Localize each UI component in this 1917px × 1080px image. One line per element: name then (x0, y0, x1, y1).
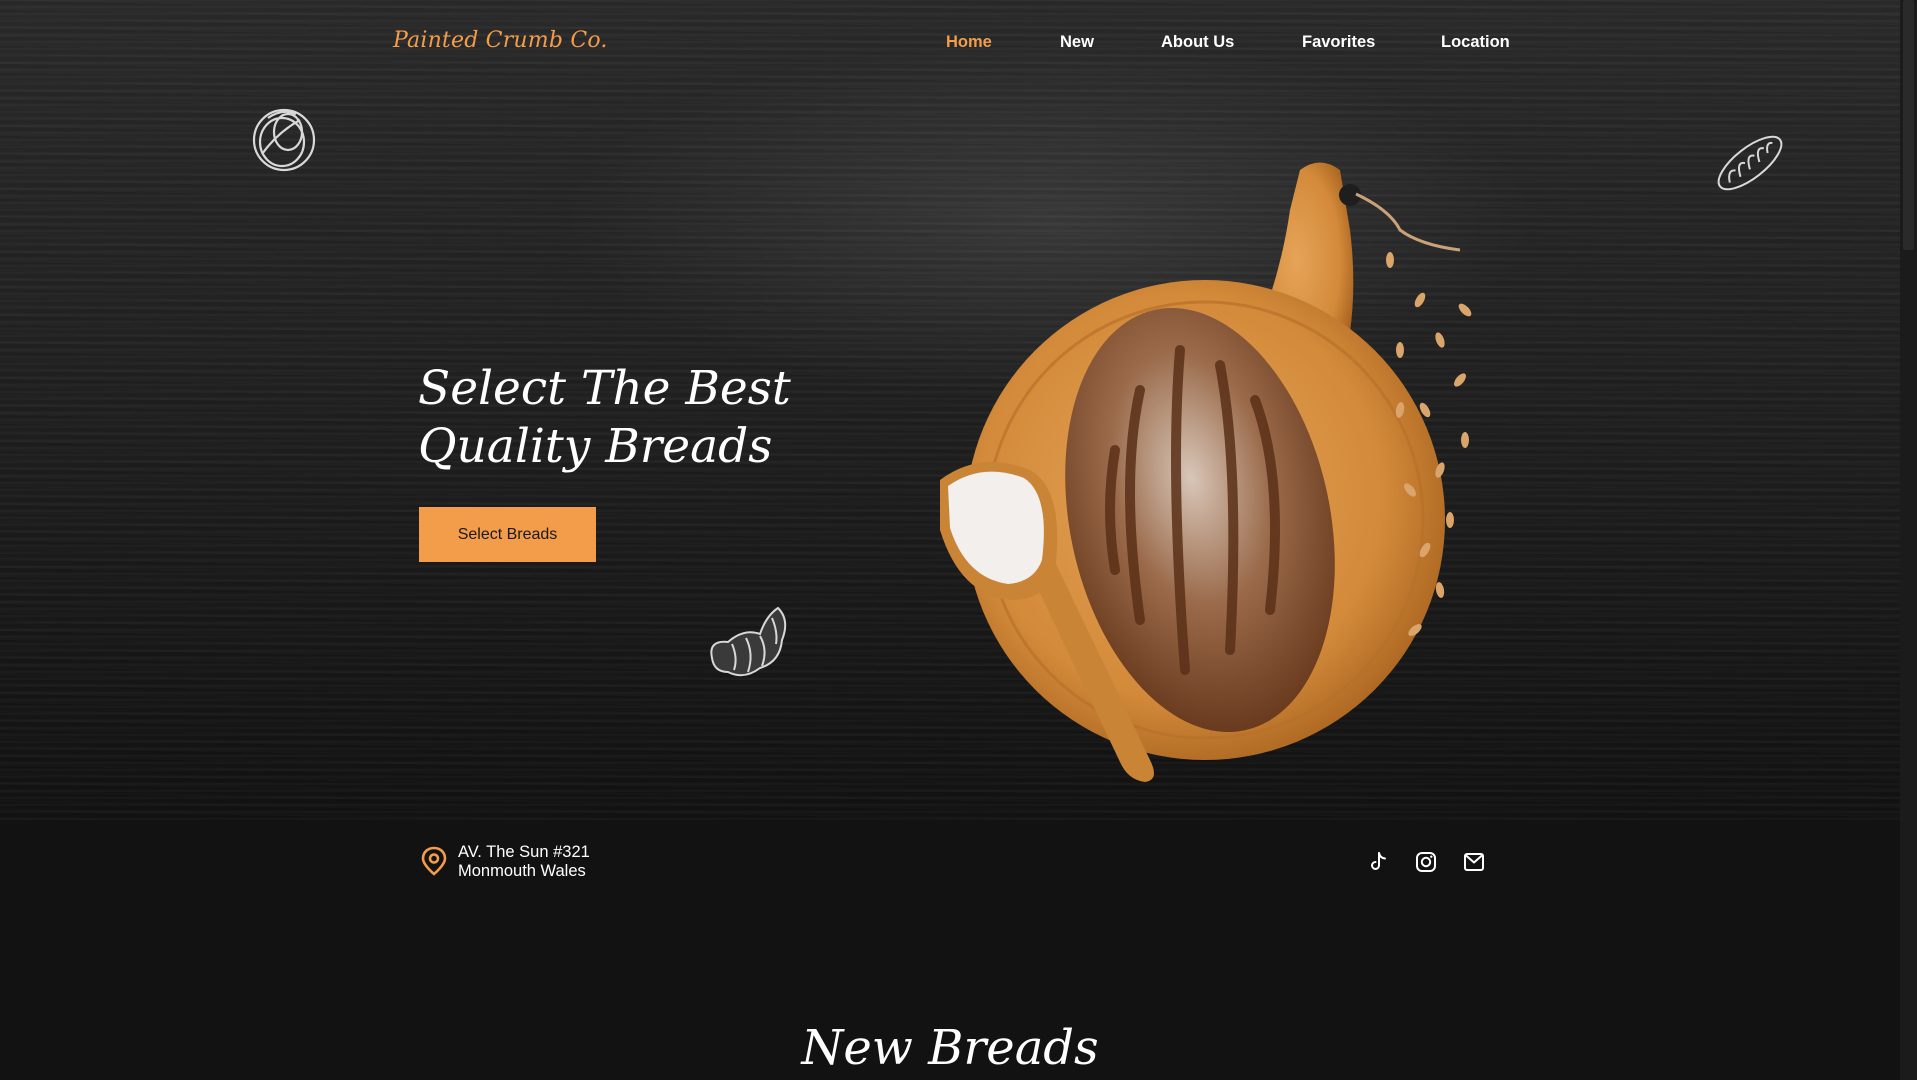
scrollbar-thumb[interactable] (1903, 0, 1914, 250)
address-line2: Monmouth Wales (458, 862, 586, 880)
hero-title-line1: Select The Best (418, 361, 791, 416)
address-line1: AV. The Sun #321 (458, 843, 590, 861)
nav-home[interactable]: Home (946, 33, 992, 52)
new-breads-heading: New Breads (801, 1020, 1099, 1076)
pretzel-doodle-icon (252, 108, 316, 172)
scrollbar[interactable] (1900, 0, 1917, 1080)
bread-on-board-image (940, 162, 1472, 782)
main-nav: Home New About Us Favorites Location (0, 33, 1900, 57)
nav-new[interactable]: New (1060, 33, 1094, 52)
instagram-icon[interactable] (1414, 850, 1438, 874)
hero-title-line2: Quality Breads (418, 419, 773, 474)
nav-about-us[interactable]: About Us (1161, 33, 1234, 52)
baguette-doodle-icon (1717, 135, 1783, 191)
select-breads-button[interactable]: Select Breads (419, 507, 596, 562)
nav-favorites[interactable]: Favorites (1302, 33, 1375, 52)
tiktok-icon[interactable] (1366, 850, 1390, 874)
mail-icon[interactable] (1462, 850, 1486, 874)
address: AV. The Sun #321 Monmouth Wales (458, 843, 590, 881)
hero-title: Select The Best Quality Breads (418, 360, 838, 476)
nav-location[interactable]: Location (1441, 33, 1510, 52)
croissant-doodle-icon (710, 606, 787, 677)
location-pin-icon (421, 846, 447, 876)
